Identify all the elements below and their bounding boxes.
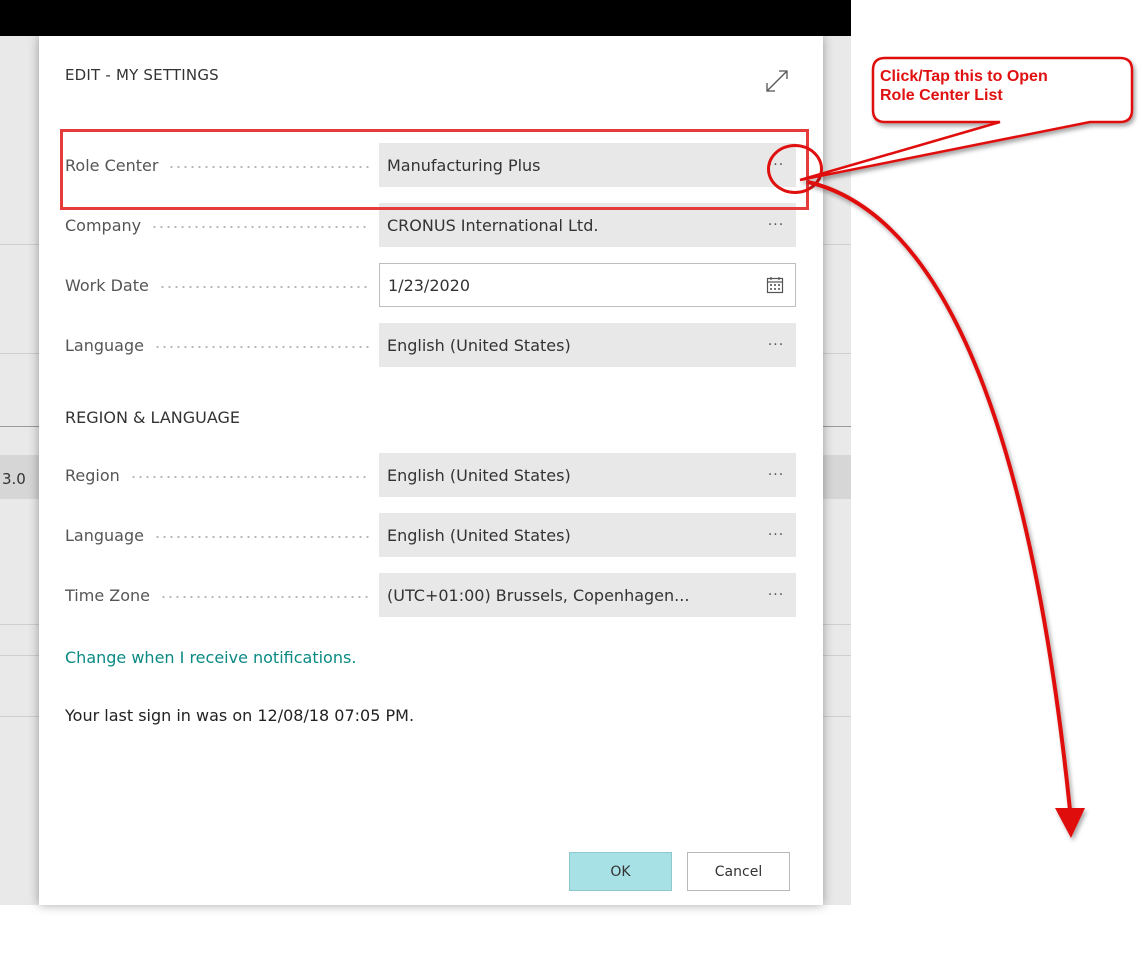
field-row-time-zone: Time Zone (UTC+01:00) Brussels, Copenhag…: [65, 573, 796, 617]
field-label: Language: [65, 513, 379, 557]
ellipsis-icon[interactable]: ···: [756, 513, 796, 557]
ok-button[interactable]: OK: [569, 852, 672, 891]
ellipsis-icon[interactable]: ···: [756, 573, 796, 617]
ellipsis-icon[interactable]: ···: [756, 323, 796, 367]
field-row-language: Language English (United States) ···: [65, 323, 796, 367]
field-row-work-date: Work Date 1/23/2020: [65, 263, 796, 307]
field-label: Work Date: [65, 263, 379, 307]
callout-line-2: Role Center List: [880, 87, 1003, 104]
annotation-highlight-box: [60, 129, 809, 210]
expand-icon[interactable]: [759, 63, 795, 99]
arrow-head: [1055, 808, 1085, 838]
section-heading-region-language: REGION & LANGUAGE: [65, 408, 241, 427]
field-value: CRONUS International Ltd.: [387, 215, 599, 235]
field-value: English (United States): [387, 465, 571, 485]
background-value: 3.0: [2, 470, 26, 488]
work-date-input[interactable]: 1/23/2020: [379, 263, 796, 307]
callout-text: Click/Tap this to Open Role Center List: [880, 67, 1130, 105]
field-value: (UTC+01:00) Brussels, Copenhagen...: [387, 585, 690, 605]
field-label: Language: [65, 323, 379, 367]
last-sign-in-text: Your last sign in was on 12/08/18 07:05 …: [65, 706, 415, 725]
ellipsis-icon[interactable]: ···: [756, 453, 796, 497]
field-row-region-language: Language English (United States) ···: [65, 513, 796, 557]
calendar-icon[interactable]: [755, 263, 795, 307]
field-value: 1/23/2020: [388, 275, 471, 295]
dialog-title: EDIT - MY SETTINGS: [65, 66, 219, 84]
callout-line-1: Click/Tap this to Open: [880, 68, 1048, 85]
annotation-circle: [767, 144, 823, 194]
time-zone-field[interactable]: (UTC+01:00) Brussels, Copenhagen... ···: [379, 573, 796, 617]
app-top-bar: [0, 0, 851, 36]
region-language-field[interactable]: English (United States) ···: [379, 513, 796, 557]
field-row-region: Region English (United States) ···: [65, 453, 796, 497]
notifications-link[interactable]: Change when I receive notifications.: [65, 648, 356, 667]
cancel-button[interactable]: Cancel: [687, 852, 790, 891]
field-value: English (United States): [387, 335, 571, 355]
field-value: English (United States): [387, 525, 571, 545]
region-field[interactable]: English (United States) ···: [379, 453, 796, 497]
field-label: Region: [65, 453, 379, 497]
field-label: Time Zone: [65, 573, 379, 617]
language-field[interactable]: English (United States) ···: [379, 323, 796, 367]
